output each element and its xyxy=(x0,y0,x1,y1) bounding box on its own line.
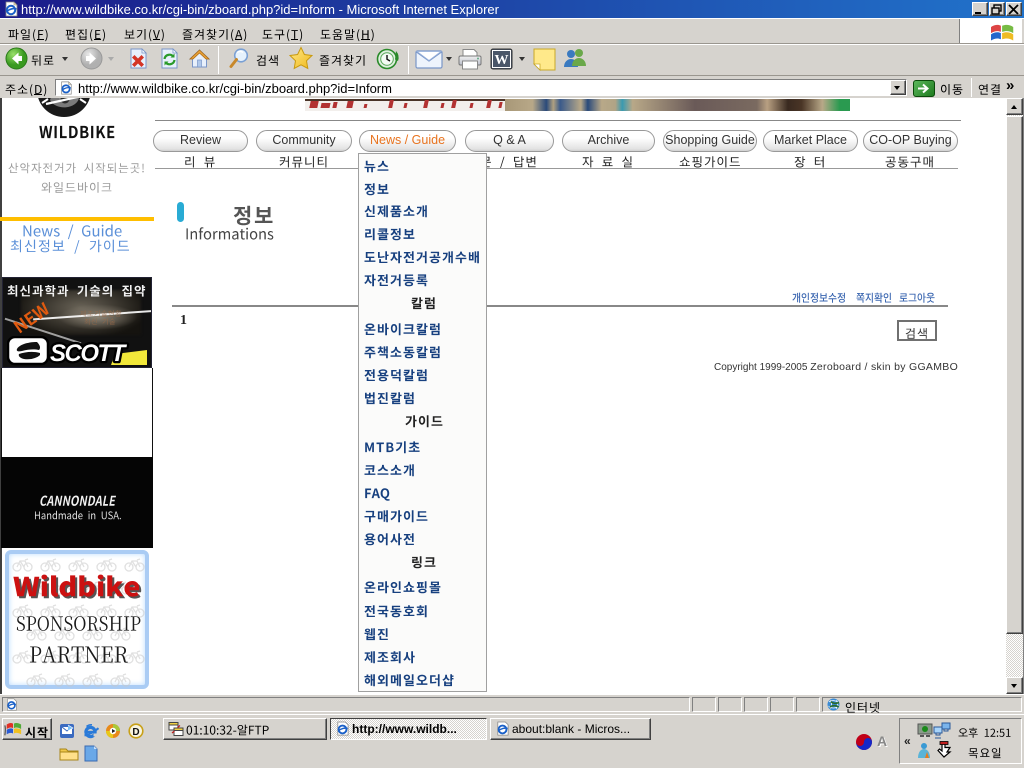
svg-text:W: W xyxy=(495,53,509,68)
svg-text:D: D xyxy=(132,727,139,738)
